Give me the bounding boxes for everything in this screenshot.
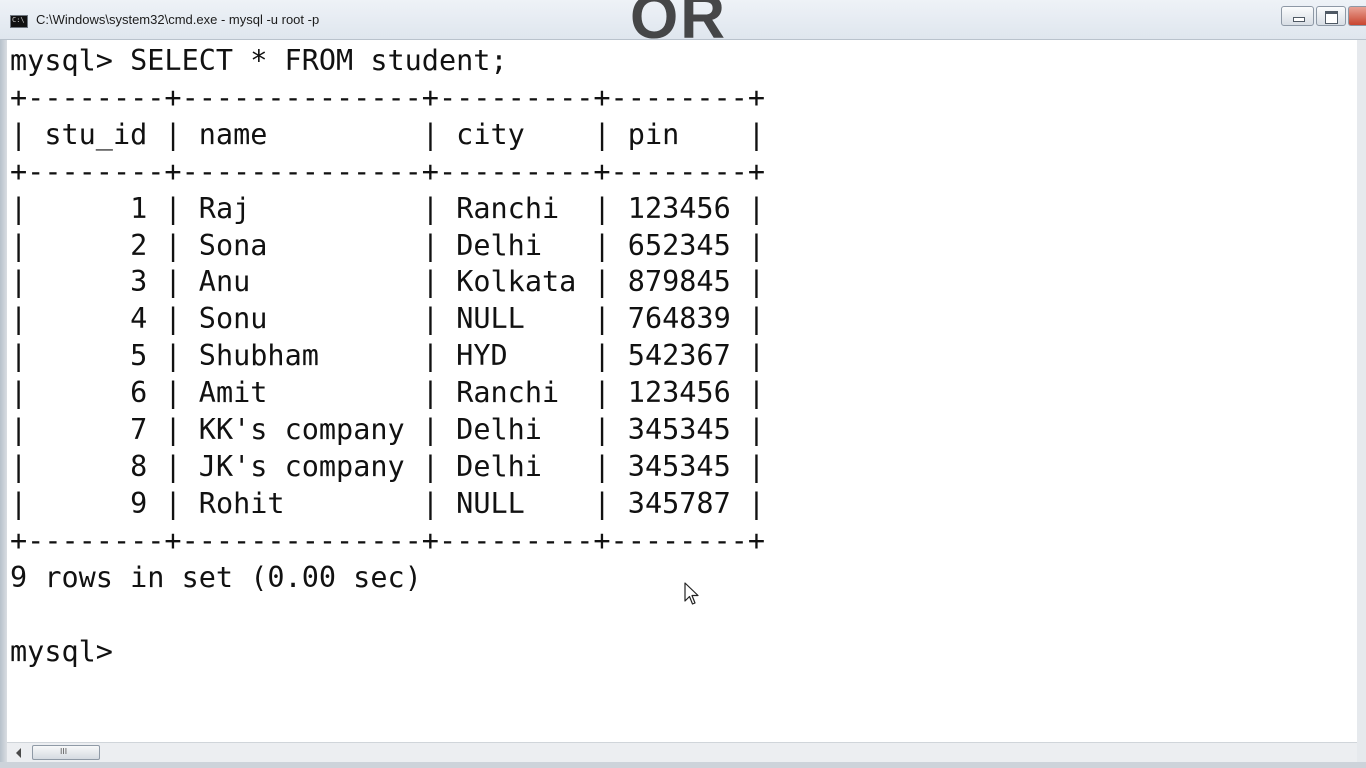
table-cell-city: Ranchi bbox=[456, 376, 560, 410]
table-border: +--------+--------------+---------+-----… bbox=[10, 80, 765, 114]
terminal-text: mysql> SELECT * FROM student; +--------+… bbox=[10, 43, 765, 670]
table-cell-name: Anu bbox=[198, 265, 251, 299]
maximize-button[interactable] bbox=[1316, 6, 1346, 26]
table-cell-city: Delhi bbox=[456, 228, 542, 262]
table-cell-pin: 652345 bbox=[627, 228, 731, 262]
query-line: mysql> SELECT * FROM student; bbox=[10, 44, 508, 77]
table-cell-name: Shubham bbox=[198, 339, 319, 373]
table-cell-pin: 764839 bbox=[627, 302, 731, 336]
table-cell-name: Raj bbox=[198, 191, 251, 225]
close-button[interactable] bbox=[1348, 6, 1366, 26]
mouse-pointer-icon bbox=[684, 582, 699, 605]
table-cell-pin: 345345 bbox=[627, 413, 731, 447]
table-row: | 8 | JK's company | Delhi | 345345 | bbox=[10, 449, 766, 483]
window-right-border bbox=[1357, 40, 1366, 768]
cmd-icon: C:\ bbox=[10, 15, 28, 28]
table-cell-stu-id: 9 bbox=[130, 486, 148, 520]
table-cell-pin: 123456 bbox=[627, 376, 731, 410]
table-row: | 9 | Rohit | NULL | 345787 | bbox=[10, 486, 766, 520]
window-title: C:\Windows\system32\cmd.exe - mysql -u r… bbox=[36, 12, 320, 27]
minimize-button[interactable] bbox=[1281, 6, 1314, 26]
table-cell-pin: 879845 bbox=[627, 265, 731, 299]
table-header-row: | stu_id | name | city | pin | bbox=[10, 117, 766, 151]
scroll-left-arrow-icon[interactable] bbox=[16, 748, 21, 758]
minimize-icon bbox=[1293, 17, 1305, 22]
table-border: +--------+--------------+---------+-----… bbox=[10, 523, 765, 557]
table-header-city: city bbox=[456, 117, 525, 151]
table-row: | 2 | Sona | Delhi | 652345 | bbox=[10, 228, 766, 262]
table-header-pin: pin bbox=[627, 117, 680, 151]
table-cell-city: HYD bbox=[456, 339, 508, 373]
table-cell-city: Kolkata bbox=[456, 265, 577, 299]
table-cell-pin: 345345 bbox=[627, 449, 731, 483]
table-cell-city: NULL bbox=[456, 486, 525, 520]
table-cell-name: KK's company bbox=[198, 413, 405, 447]
table-cell-stu-id: 8 bbox=[130, 449, 148, 483]
title-bar[interactable]: C:\ OR C:\Windows\system32\cmd.exe - mys… bbox=[0, 0, 1366, 52]
table-cell-city: NULL bbox=[456, 302, 525, 336]
table-row: | 6 | Amit | Ranchi | 123456 | bbox=[10, 376, 766, 410]
result-summary: 9 rows in set (0.00 sec) bbox=[10, 560, 422, 594]
table-cell-stu-id: 7 bbox=[130, 413, 148, 447]
result-table: +--------+--------------+---------+-----… bbox=[10, 81, 765, 557]
table-cell-city: Ranchi bbox=[456, 191, 560, 225]
table-cell-name: JK's company bbox=[198, 449, 405, 483]
table-row: | 7 | KK's company | Delhi | 345345 | bbox=[10, 413, 766, 447]
table-cell-stu-id: 3 bbox=[130, 265, 148, 299]
table-border: +--------+--------------+---------+-----… bbox=[10, 154, 765, 188]
table-cell-pin: 345787 bbox=[627, 486, 731, 520]
window-bottom-border bbox=[0, 762, 1366, 768]
table-cell-stu-id: 1 bbox=[130, 191, 148, 225]
table-cell-city: Delhi bbox=[456, 413, 542, 447]
table-header-name: name bbox=[198, 117, 268, 151]
table-cell-city: Delhi bbox=[456, 449, 542, 483]
table-cell-name: Rohit bbox=[198, 486, 285, 520]
table-cell-pin: 123456 bbox=[627, 191, 731, 225]
table-cell-stu-id: 6 bbox=[130, 376, 148, 410]
maximize-icon bbox=[1325, 11, 1338, 24]
table-row: | 3 | Anu | Kolkata | 879845 | bbox=[10, 265, 766, 299]
table-cell-pin: 542367 bbox=[627, 339, 731, 373]
console-output[interactable]: mysql> SELECT * FROM student; +--------+… bbox=[7, 40, 1357, 742]
thumb-grip: III bbox=[60, 747, 68, 756]
scrollbar-thumb[interactable]: III bbox=[32, 745, 100, 760]
table-header-stu-id: stu_id bbox=[44, 117, 148, 151]
table-cell-name: Sonu bbox=[198, 302, 268, 336]
table-cell-stu-id: 4 bbox=[130, 302, 148, 336]
table-row: | 1 | Raj | Ranchi | 123456 | bbox=[10, 191, 766, 225]
horizontal-scrollbar[interactable]: III bbox=[7, 742, 1357, 762]
table-cell-stu-id: 5 bbox=[130, 339, 148, 373]
command-prompt[interactable]: mysql> bbox=[10, 635, 113, 668]
table-row: | 5 | Shubham | HYD | 542367 | bbox=[10, 339, 766, 373]
table-row: | 4 | Sonu | NULL | 764839 | bbox=[10, 302, 766, 336]
table-cell-name: Amit bbox=[198, 376, 268, 410]
table-cell-name: Sona bbox=[198, 228, 268, 262]
window-left-border bbox=[0, 40, 7, 768]
table-cell-stu-id: 2 bbox=[130, 228, 148, 262]
